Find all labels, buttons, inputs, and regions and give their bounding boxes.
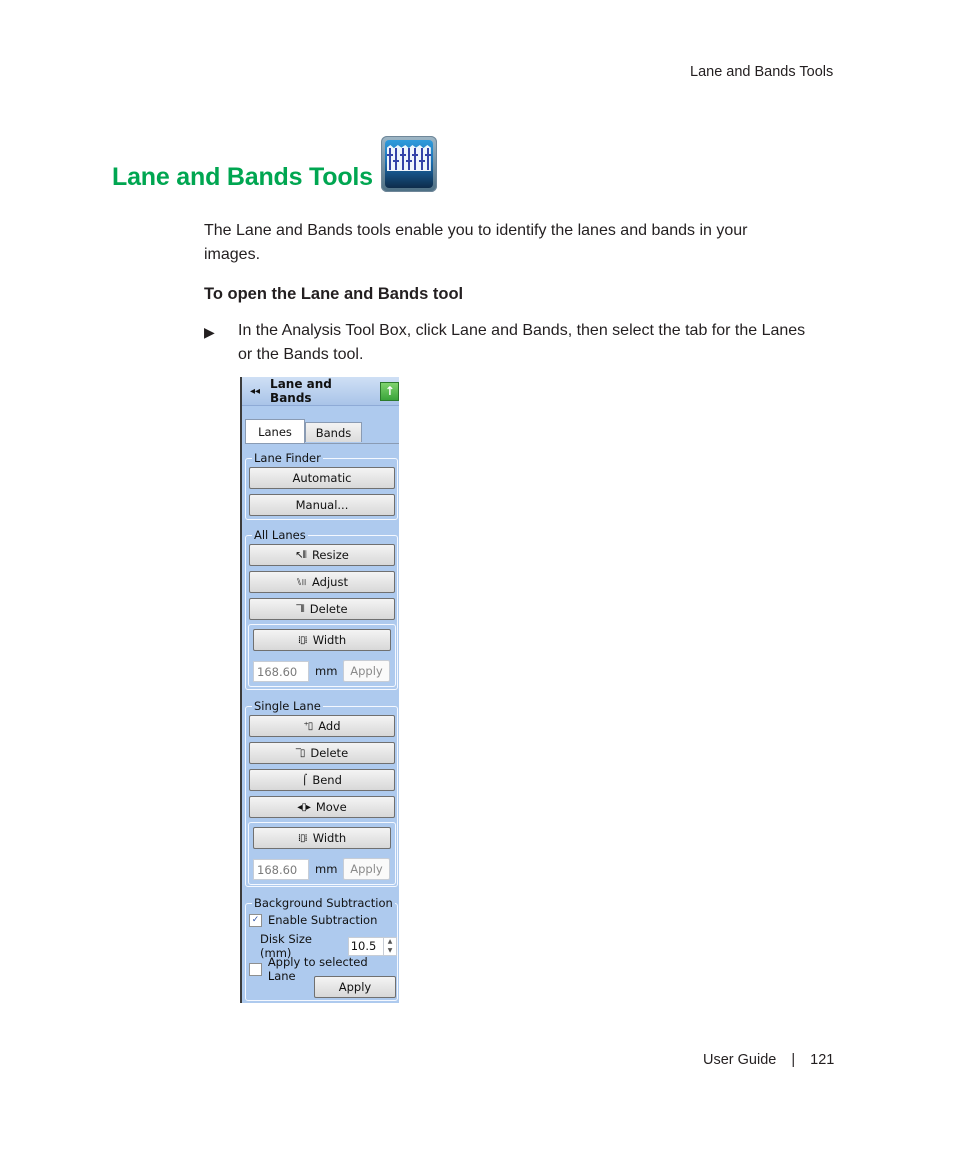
background-apply-button[interactable]: Apply (314, 976, 396, 998)
add-lane-icon: ⁺▯ (303, 720, 313, 732)
width-icon: ⁞▯⁞ (297, 634, 308, 646)
delete-label: Delete (309, 602, 348, 616)
resize-icon: ↖⦀ (295, 549, 307, 561)
all-lanes-unit-label: mm (315, 664, 338, 678)
manual-button[interactable]: Manual... (249, 494, 395, 516)
footer-label: User Guide (703, 1052, 777, 1068)
move-lane-button[interactable]: ◂▯▸ Move (249, 796, 395, 818)
all-lanes-label: All Lanes (252, 528, 308, 542)
single-lane-label: Single Lane (252, 699, 323, 713)
single-lane-group: Single Lane ⁺▯ Add ‾▯ Delete ⌠ Bend ◂▯▸ … (245, 699, 398, 887)
delete-lane-label: Delete (310, 746, 349, 760)
delete-all-button[interactable]: ‾⦀ Delete (249, 598, 395, 620)
delete-lanes-icon: ‾⦀ (296, 603, 304, 615)
all-lanes-width-group: ⁞▯⁞ Width 168.60 mm Apply (248, 624, 396, 687)
width-single-button[interactable]: ⁞▯⁞ Width (253, 827, 391, 849)
tab-bar: Lanes Bands (245, 419, 399, 444)
step-text: In the Analysis Tool Box, click Lane and… (238, 322, 806, 363)
icon-lane-bars (386, 148, 431, 170)
spin-down-icon[interactable]: ▼ (384, 946, 396, 955)
single-lane-width-group: ⁞▯⁞ Width 168.60 mm Apply (248, 822, 396, 885)
lane-and-bands-panel: ◂◂ Lane and Bands ↑ Lanes Bands Lane Fin… (240, 377, 399, 1003)
move-icon: ◂▯▸ (297, 801, 311, 813)
resize-label: Resize (311, 548, 349, 562)
page-title: Lane and Bands Tools (112, 163, 373, 191)
width-all-button[interactable]: ⁞▯⁞ Width (253, 629, 391, 651)
page-number: 121 (810, 1052, 835, 1068)
bend-lane-button[interactable]: ⌠ Bend (249, 769, 395, 791)
tab-bands[interactable]: Bands (305, 422, 362, 442)
lane-and-bands-tool-icon (380, 136, 437, 192)
add-label: Add (318, 719, 341, 733)
background-subtraction-label: Background Subtraction (252, 896, 395, 910)
adjust-icon: ⑊⦀ (296, 576, 307, 588)
enable-subtraction-label: Enable Subtraction (268, 913, 378, 927)
single-lane-width-input[interactable]: 168.60 (253, 859, 309, 880)
lane-finder-group: Lane Finder Automatic Manual... (245, 451, 398, 520)
adjust-label: Adjust (312, 575, 348, 589)
background-subtraction-group: Background Subtraction ✓ Enable Subtract… (245, 896, 398, 1001)
single-lane-apply-button[interactable]: Apply (343, 858, 390, 880)
collapse-icon[interactable]: ◂◂ (250, 386, 260, 397)
add-lane-button[interactable]: ⁺▯ Add (249, 715, 395, 737)
bend-label: Bend (312, 773, 342, 787)
width-icon: ⁞▯⁞ (297, 832, 308, 844)
lane-finder-label: Lane Finder (252, 451, 323, 465)
page-footer: User Guide | 121 (703, 1052, 834, 1068)
footer-separator: | (791, 1052, 796, 1068)
bend-icon: ⌠ (302, 774, 307, 786)
enable-subtraction-row: ✓ Enable Subtraction (249, 913, 377, 927)
disk-size-spinbox[interactable]: 10.5 ▲ ▼ (347, 936, 397, 956)
panel-header: ◂◂ Lane and Bands ↑ (242, 377, 399, 406)
resize-all-button[interactable]: ↖⦀ Resize (249, 544, 395, 566)
width-single-label: Width (312, 831, 347, 845)
panel-title: Lane and Bands (270, 377, 332, 405)
enable-subtraction-checkbox[interactable]: ✓ (249, 913, 262, 927)
single-lane-unit-label: mm (315, 862, 338, 876)
bullet-arrow-icon: ▶ (204, 324, 215, 340)
spin-arrows: ▲ ▼ (383, 937, 396, 955)
delete-lane-button[interactable]: ‾▯ Delete (249, 742, 395, 764)
title-row: Lane and Bands Tools (112, 136, 437, 192)
all-lanes-group: All Lanes ↖⦀ Resize ⑊⦀ Adjust ‾⦀ Delete … (245, 528, 398, 690)
width-label: Width (312, 633, 347, 647)
procedure-heading: To open the Lane and Bands tool (204, 285, 464, 303)
automatic-button[interactable]: Automatic (249, 467, 395, 489)
all-lanes-apply-button[interactable]: Apply (343, 660, 390, 682)
up-arrow-icon[interactable]: ↑ (380, 381, 399, 401)
procedure-step: ▶ In the Analysis Tool Box, click Lane a… (204, 319, 814, 367)
move-label: Move (315, 800, 347, 814)
disk-size-value[interactable]: 10.5 (349, 938, 383, 955)
running-head: Lane and Bands Tools (690, 64, 834, 80)
adjust-all-button[interactable]: ⑊⦀ Adjust (249, 571, 395, 593)
intro-paragraph: The Lane and Bands tools enable you to i… (204, 222, 748, 263)
spin-up-icon[interactable]: ▲ (384, 938, 396, 947)
apply-selected-lane-checkbox[interactable] (249, 962, 262, 976)
delete-lane-icon: ‾▯ (295, 747, 305, 759)
all-lanes-width-input[interactable]: 168.60 (253, 661, 309, 682)
tab-lanes[interactable]: Lanes (245, 419, 305, 443)
